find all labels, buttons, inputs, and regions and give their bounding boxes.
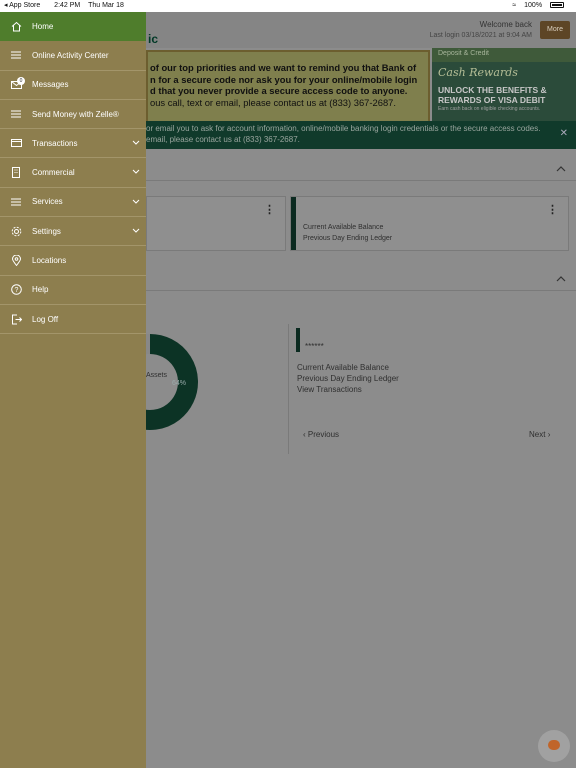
drawer-item-settings[interactable]: Settings: [0, 217, 146, 247]
donut-center-label: Assets: [146, 372, 168, 379]
masked-account-number: ******: [305, 342, 324, 351]
menu-icon: [6, 198, 26, 206]
section-divider: [146, 290, 576, 291]
last-login: Last login 03/18/2021 at 9:04 AM: [429, 32, 532, 39]
drawer-item-commercial[interactable]: Commercial: [0, 158, 146, 188]
chevron-left-icon: ‹: [303, 430, 306, 439]
more-button[interactable]: More: [540, 21, 570, 39]
welcome-block: Welcome back Last login 03/18/2021 at 9:…: [430, 20, 532, 39]
card-icon: [6, 139, 26, 148]
back-app-label: App Store: [9, 2, 41, 9]
chevron-down-icon: [132, 199, 140, 204]
drawer-item-services[interactable]: Services: [0, 188, 146, 218]
section-divider: [146, 180, 576, 181]
chevron-right-icon: ›: [547, 430, 551, 439]
gear-icon: [6, 226, 26, 237]
promo-ad[interactable]: Deposit & Credit Cash Rewards UNLOCK THE…: [432, 48, 576, 130]
view-transactions-link[interactable]: View Transactions: [297, 384, 399, 395]
ad-headline-2: REWARDS OF VISA DEBIT: [438, 95, 546, 105]
next-label: Next: [529, 430, 546, 439]
drawer-item-home[interactable]: Home: [0, 12, 146, 42]
drawer-item-send-money-zelle[interactable]: Send Money with Zelle®: [0, 100, 146, 130]
security-alert: or email you to ask for account informat…: [146, 121, 576, 149]
drawer-item-label: Settings: [32, 226, 61, 236]
battery-percent: 100%: [524, 2, 543, 9]
drawer-item-label: Services: [32, 197, 63, 207]
ad-script-title: Cash Rewards: [438, 66, 518, 79]
menu-icon: [6, 51, 26, 59]
banner-line: ous call, text or email, please contact …: [150, 96, 396, 108]
alert-line: or email you to ask for account informat…: [146, 124, 541, 133]
ad-top-label: Deposit & Credit: [432, 48, 576, 62]
banner-line: of our top priorities and we want to rem…: [150, 62, 417, 73]
drawer-item-label: Locations: [32, 256, 67, 266]
account-card[interactable]: ⋮: [146, 196, 286, 251]
close-icon[interactable]: ✕: [560, 128, 568, 139]
account-color-bar: [296, 328, 300, 352]
drawer-item-label: Online Activity Center: [32, 50, 109, 60]
banner-line: n for a secure code nor ask you for your…: [150, 73, 418, 85]
back-to-app-store[interactable]: ◂ App Store: [4, 2, 46, 9]
status-bar: ◂ App Store 2:42 PM Thu Mar 18 ≈ 100%: [0, 0, 576, 12]
drawer-item-label: Transactions: [32, 138, 78, 148]
status-date: Thu Mar 18: [88, 2, 124, 9]
banner-line: d that you never provide a secure access…: [150, 85, 408, 96]
account-color-bar: [291, 197, 296, 250]
wifi-icon: ≈: [512, 2, 517, 9]
account-card[interactable]: ⋮ Current Available Balance Previous Day…: [290, 196, 569, 251]
menu-icon: [6, 110, 26, 118]
donut-percent-label: 64%: [172, 380, 187, 387]
brand-name: ic: [148, 32, 159, 46]
battery-icon: [550, 2, 564, 9]
balance-label: Current Available Balance: [303, 224, 384, 231]
drawer-item-help[interactable]: ? Help: [0, 276, 146, 305]
chat-icon: [548, 740, 560, 750]
previous-button[interactable]: ‹ Previous: [303, 430, 339, 439]
messages-count-badge: 0: [17, 76, 25, 85]
ledger-label: Previous Day Ending Ledger: [303, 235, 393, 242]
kebab-menu-icon[interactable]: ⋮: [264, 203, 275, 216]
ad-subtext: Earn cash back on eligible checking acco…: [438, 106, 541, 112]
ad-headline-1: UNLOCK THE BENEFITS &: [438, 85, 547, 95]
welcome-text: Welcome back: [479, 20, 532, 29]
account-details: Current Available Balance Previous Day E…: [297, 362, 399, 395]
chevron-down-icon: [132, 140, 140, 145]
ledger-label: Previous Day Ending Ledger: [297, 374, 399, 383]
drawer-item-label: Log Off: [32, 314, 59, 324]
alert-line: email, please contact us at (833) 367-26…: [146, 135, 300, 144]
navigation-drawer: Home Online Activity Center 0 Messages S…: [0, 12, 146, 768]
chevron-up-icon[interactable]: [556, 164, 566, 174]
logout-icon: [6, 314, 26, 325]
drawer-item-locations[interactable]: Locations: [0, 246, 146, 276]
drawer-item-online-activity-center[interactable]: Online Activity Center: [0, 41, 146, 71]
drawer-item-label: Send Money with Zelle®: [32, 109, 119, 119]
drawer-item-log-off[interactable]: Log Off: [0, 305, 146, 335]
chevron-down-icon: [132, 170, 140, 175]
security-banner: of our top priorities and we want to rem…: [146, 50, 430, 130]
column-divider: [288, 324, 289, 454]
pin-icon: [6, 255, 26, 267]
drawer-item-messages[interactable]: 0 Messages: [0, 71, 146, 100]
chevron-up-icon[interactable]: [556, 274, 566, 284]
next-button[interactable]: Next ›: [529, 430, 550, 439]
drawer-item-transactions[interactable]: Transactions: [0, 129, 146, 159]
drawer-item-label: Help: [32, 285, 49, 295]
help-icon: ?: [6, 284, 26, 296]
drawer-item-label: Home: [32, 21, 54, 31]
status-time: 2:42 PM: [54, 2, 81, 9]
balance-label: Current Available Balance: [297, 363, 389, 372]
chevron-down-icon: [132, 228, 140, 233]
drawer-item-label: Messages: [32, 80, 69, 90]
kebab-menu-icon[interactable]: ⋮: [547, 203, 558, 216]
drawer-item-label: Commercial: [32, 168, 75, 178]
ad-headline: UNLOCK THE BENEFITS & REWARDS OF VISA DE…: [432, 79, 576, 105]
home-icon: [6, 21, 26, 32]
chat-button[interactable]: [538, 730, 570, 762]
building-icon: [6, 167, 26, 179]
previous-label: Previous: [307, 430, 340, 439]
svg-text:?: ?: [14, 287, 18, 294]
